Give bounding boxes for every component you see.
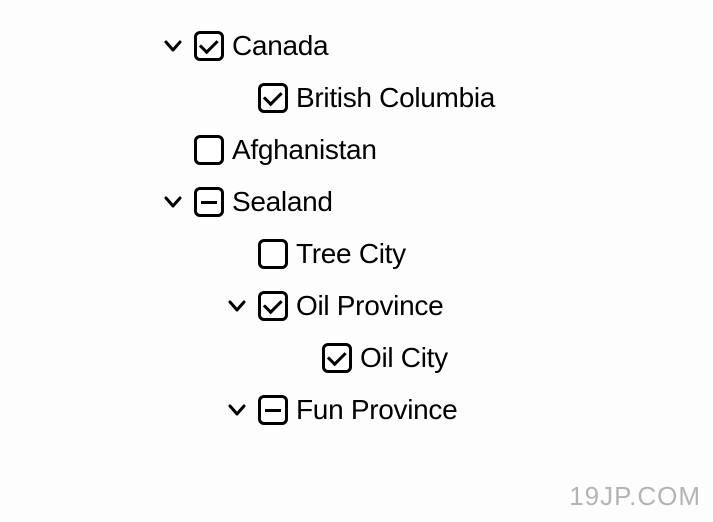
chevron-spacer [224, 85, 250, 111]
chevron-down-icon[interactable] [224, 397, 250, 423]
checkbox-indeterminate[interactable] [194, 187, 224, 217]
checkbox-checked[interactable] [322, 343, 352, 373]
checkbox-unchecked[interactable] [194, 135, 224, 165]
tree-node: Canada [0, 20, 713, 72]
checkbox-checked[interactable] [258, 291, 288, 321]
tree-node: Afghanistan [0, 124, 713, 176]
tree-node: Oil City [0, 332, 713, 384]
chevron-down-icon[interactable] [160, 189, 186, 215]
chevron-down-icon[interactable] [160, 33, 186, 59]
tree-node-label[interactable]: Afghanistan [232, 134, 377, 166]
tree-node-label[interactable]: British Columbia [296, 82, 495, 114]
tree-node-label[interactable]: Sealand [232, 186, 333, 218]
tree-node-label[interactable]: Canada [232, 30, 328, 62]
tree-node-label[interactable]: Oil City [360, 342, 448, 374]
tree-node: Tree City [0, 228, 713, 280]
chevron-down-icon[interactable] [224, 293, 250, 319]
tree-node: British Columbia [0, 72, 713, 124]
checkbox-unchecked[interactable] [258, 239, 288, 269]
tree-node: Fun Province [0, 384, 713, 436]
tree-node-label[interactable]: Oil Province [296, 290, 443, 322]
chevron-spacer [160, 137, 186, 163]
checkbox-checked[interactable] [194, 31, 224, 61]
tree-view: Canada British Columbia Afghanistan Seal… [0, 20, 713, 436]
tree-node: Sealand [0, 176, 713, 228]
checkbox-indeterminate[interactable] [258, 395, 288, 425]
watermark: 19JP.COM [569, 481, 701, 512]
tree-node-label[interactable]: Tree City [296, 238, 406, 270]
tree-node-label[interactable]: Fun Province [296, 394, 457, 426]
chevron-spacer [288, 345, 314, 371]
chevron-spacer [224, 241, 250, 267]
tree-node: Oil Province [0, 280, 713, 332]
checkbox-checked[interactable] [258, 83, 288, 113]
